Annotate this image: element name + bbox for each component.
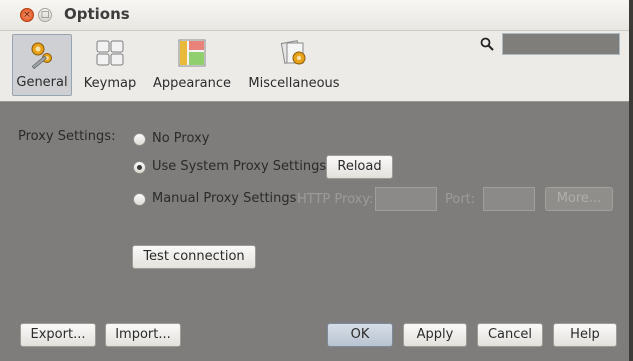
ok-button[interactable]: OK <box>327 323 393 347</box>
http-proxy-field[interactable] <box>375 187 437 211</box>
help-button[interactable]: Help <box>553 323 617 347</box>
more-button[interactable]: More... <box>545 187 613 211</box>
search-input[interactable] <box>502 33 620 55</box>
system-proxy-label[interactable]: Use System Proxy Settings <box>152 159 326 174</box>
search-icon <box>480 37 494 51</box>
apply-button[interactable]: Apply <box>403 323 467 347</box>
import-button[interactable]: Import... <box>105 323 181 347</box>
maximize-window-button[interactable]: □ <box>38 8 52 22</box>
maximize-icon: □ <box>40 10 50 20</box>
category-toolbar: General Keymap Appearance Miscellaneous <box>0 31 633 102</box>
cancel-button[interactable]: Cancel <box>477 323 543 347</box>
test-connection-button[interactable]: Test connection <box>132 245 256 269</box>
tab-general[interactable]: General <box>12 34 72 96</box>
port-field[interactable] <box>483 187 535 211</box>
window-edge <box>629 0 633 361</box>
tab-keymap[interactable]: Keymap <box>80 34 140 96</box>
appearance-icon <box>178 39 206 67</box>
reload-button[interactable]: Reload <box>326 155 393 179</box>
tab-general-label: General <box>16 75 68 90</box>
proxy-settings-label: Proxy Settings: <box>18 129 116 144</box>
manual-proxy-radio[interactable] <box>133 193 146 206</box>
title-bar: × □ Options <box>0 0 633 31</box>
export-button[interactable]: Export... <box>20 323 96 347</box>
tab-keymap-label: Keymap <box>83 76 137 91</box>
port-label: Port: <box>445 192 476 207</box>
close-window-button[interactable]: × <box>20 8 34 22</box>
tab-miscellaneous[interactable]: Miscellaneous <box>246 34 342 96</box>
gears-wrench-icon <box>31 42 52 69</box>
keyboard-icon <box>96 40 124 66</box>
tab-appearance-label: Appearance <box>152 76 232 91</box>
window-title: Options <box>64 5 130 23</box>
system-proxy-radio[interactable] <box>133 161 146 174</box>
tab-appearance[interactable]: Appearance <box>150 34 234 96</box>
no-proxy-radio[interactable] <box>133 133 146 146</box>
no-proxy-label[interactable]: No Proxy <box>152 131 209 146</box>
options-window: × □ Options General Keymap Appearance Mi… <box>0 0 633 361</box>
manual-proxy-label[interactable]: Manual Proxy Settings <box>152 191 296 206</box>
close-icon: × <box>23 10 31 20</box>
http-proxy-label: HTTP Proxy: <box>297 192 374 207</box>
tab-miscellaneous-label: Miscellaneous <box>248 76 340 91</box>
misc-icon <box>280 40 306 65</box>
